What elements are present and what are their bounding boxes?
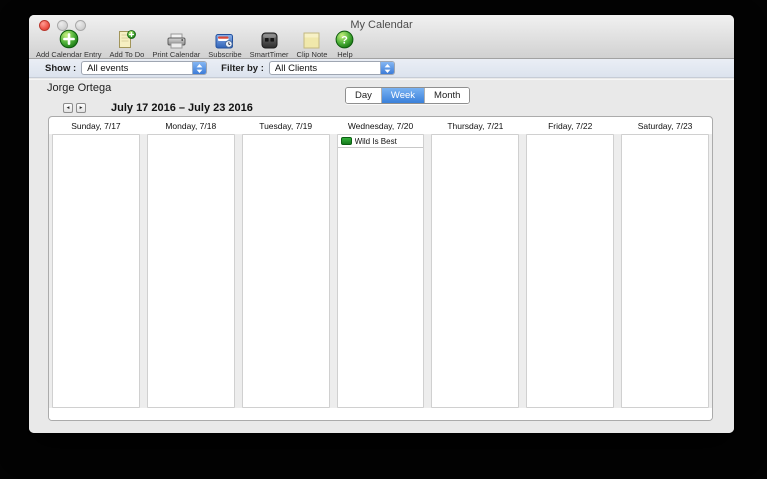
panel-bottom-strip	[49, 408, 712, 420]
clip-note-button[interactable]: Clip Note	[295, 30, 330, 59]
toolbar-label: Subscribe	[208, 50, 241, 59]
show-label: Show :	[45, 63, 76, 74]
add-todo-button[interactable]: Add To Do	[107, 30, 146, 59]
day-header: Monday, 7/18	[147, 121, 235, 131]
filterby-popup-value: All Clients	[275, 63, 317, 74]
toolbar-label: Print Calendar	[152, 50, 200, 59]
subscribe-calendar-icon	[215, 30, 234, 49]
screenshot-stage: My Calendar Add Calendar Entry	[0, 0, 767, 479]
toolbar-label: Add To Do	[109, 50, 144, 59]
day-columns-row: Wild Is Best	[49, 134, 712, 408]
toolbar-label: Help	[337, 50, 352, 59]
show-popup-value: All events	[87, 63, 128, 74]
user-name-label: Jorge Ortega	[47, 82, 111, 94]
popup-stepper-icon[interactable]	[380, 62, 394, 74]
smarttimer-button[interactable]: SmartTimer	[248, 30, 291, 59]
svg-text:?: ?	[342, 34, 349, 46]
help-button[interactable]: ? Help	[333, 30, 356, 59]
toolbar-label: Clip Note	[297, 50, 328, 59]
event-category-icon	[341, 137, 352, 145]
filter-bar: Show : All events Filter by : All Client…	[29, 59, 734, 78]
show-popup[interactable]: All events	[81, 61, 207, 75]
app-window: My Calendar Add Calendar Entry	[29, 15, 734, 433]
day-column-thursday[interactable]	[431, 134, 519, 408]
add-calendar-entry-button[interactable]: Add Calendar Entry	[34, 30, 103, 59]
calendar-content: Jorge Ortega Day Week Month ◂ ▸ July 17 …	[29, 79, 734, 433]
week-grid-panel: Sunday, 7/17 Monday, 7/18 Tuesday, 7/19 …	[48, 116, 713, 421]
calendar-event[interactable]: Wild Is Best	[338, 135, 424, 148]
day-header: Thursday, 7/21	[431, 121, 519, 131]
day-header: Sunday, 7/17	[52, 121, 140, 131]
day-header: Wednesday, 7/20	[337, 121, 425, 131]
day-column-sunday[interactable]	[52, 134, 140, 408]
next-week-button[interactable]: ▸	[76, 103, 86, 113]
view-switcher: Day Week Month	[345, 87, 470, 104]
add-calendar-entry-icon	[59, 30, 79, 49]
toolbar-label: Add Calendar Entry	[36, 50, 101, 59]
filterby-popup[interactable]: All Clients	[269, 61, 395, 75]
filterby-label: Filter by :	[221, 63, 264, 74]
tab-month[interactable]: Month	[424, 88, 469, 103]
event-title: Wild Is Best	[355, 137, 397, 146]
tab-day[interactable]: Day	[346, 88, 381, 103]
sticky-note-icon	[303, 30, 320, 49]
week-navigation: ◂ ▸ July 17 2016 – July 23 2016	[63, 102, 253, 114]
day-header: Saturday, 7/23	[621, 121, 709, 131]
day-column-saturday[interactable]	[621, 134, 709, 408]
help-icon: ?	[335, 30, 354, 49]
day-column-tuesday[interactable]	[242, 134, 330, 408]
toolbar: Add Calendar Entry Add To Do	[34, 30, 356, 59]
smarttimer-icon	[261, 30, 278, 49]
popup-stepper-icon[interactable]	[192, 62, 206, 74]
day-headers-row: Sunday, 7/17 Monday, 7/18 Tuesday, 7/19 …	[49, 117, 712, 134]
day-column-friday[interactable]	[526, 134, 614, 408]
print-calendar-button[interactable]: Print Calendar	[150, 30, 202, 59]
add-todo-icon	[117, 30, 136, 49]
titlebar-toolbar: My Calendar Add Calendar Entry	[29, 15, 734, 59]
day-column-monday[interactable]	[147, 134, 235, 408]
tab-week[interactable]: Week	[381, 88, 424, 103]
subscribe-button[interactable]: Subscribe	[206, 30, 243, 59]
day-column-wednesday[interactable]: Wild Is Best	[337, 134, 425, 408]
toolbar-label: SmartTimer	[250, 50, 289, 59]
day-header: Friday, 7/22	[526, 121, 614, 131]
week-range-label: July 17 2016 – July 23 2016	[111, 102, 253, 114]
printer-icon	[167, 30, 186, 49]
day-header: Tuesday, 7/19	[242, 121, 330, 131]
prev-week-button[interactable]: ◂	[63, 103, 73, 113]
